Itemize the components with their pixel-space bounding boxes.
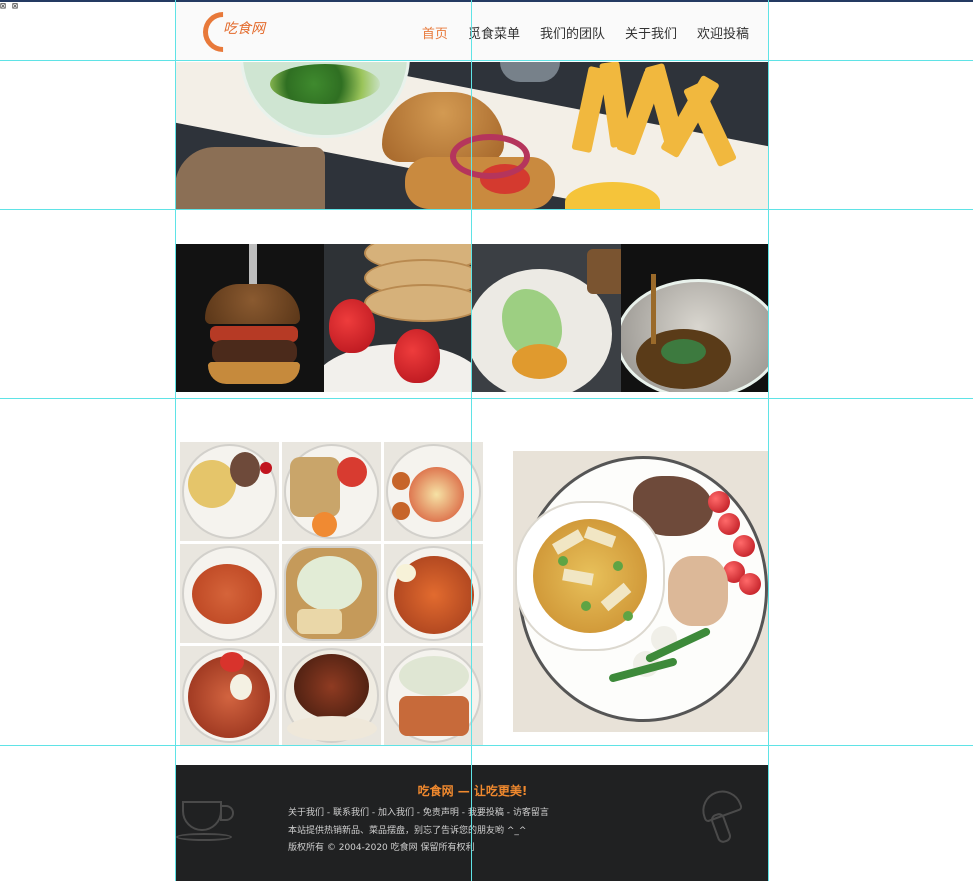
burger-photo[interactable]: [175, 244, 324, 392]
site-header: 吃食网 首页 觅食菜单 我们的团队 关于我们 欢迎投稿: [175, 2, 769, 61]
footer-tagline: 本站提供热销新品、菜品摆盘，别忘了告诉您的朋友哟 ^_^: [288, 826, 527, 836]
dish-photo-3[interactable]: [384, 442, 483, 541]
guide-line-vertical: [768, 0, 769, 881]
footer-copyright: 版权所有 © 2004-2020 吃食网 保留所有权利: [288, 843, 475, 853]
dish-photo-4[interactable]: [180, 544, 279, 643]
dish-photo-grid: [180, 442, 483, 745]
logo-text: 吃食网: [223, 21, 265, 37]
nav-submit[interactable]: 欢迎投稿: [697, 23, 749, 42]
nav-home[interactable]: 首页: [422, 23, 448, 42]
guide-line-horizontal: [0, 745, 973, 746]
dish-photo-8[interactable]: [282, 646, 381, 745]
footer-links[interactable]: 关于我们 - 联系我们 - 加入我们 - 免责声明 - 我要投稿 - 访客留言: [288, 805, 549, 818]
dish-photo-9[interactable]: [384, 646, 483, 745]
nav-menu[interactable]: 觅食菜单: [468, 23, 520, 42]
dish-photo-2[interactable]: [282, 442, 381, 541]
guide-line-horizontal: [0, 398, 973, 399]
strawberry-pancake-photo[interactable]: [323, 244, 472, 392]
page: ⊠ ⊠ 吃食网 首页 觅食菜单 我们的团队 关于我们 欢迎投稿 吃食网 — 让吃…: [0, 0, 973, 881]
site-footer: 吃食网 — 让吃更美! 关于我们 - 联系我们 - 加入我们 - 免责声明 - …: [176, 765, 769, 881]
dish-photo-5[interactable]: [282, 544, 381, 643]
broken-image-icon: ⊠: [0, 1, 7, 12]
dish-photo-7[interactable]: [180, 646, 279, 745]
guide-line-horizontal: [0, 60, 973, 61]
plated-vegetable-dish-photo[interactable]: [472, 244, 621, 392]
soup-bowl-photo[interactable]: [620, 244, 769, 392]
guide-line-vertical: [471, 0, 472, 881]
guide-line-vertical: [175, 0, 176, 881]
site-logo[interactable]: 吃食网: [194, 3, 273, 61]
nav-team[interactable]: 我们的团队: [540, 23, 605, 42]
nav-about[interactable]: 关于我们: [625, 23, 677, 42]
guide-line-horizontal: [0, 209, 973, 210]
gallery-row: [175, 244, 769, 392]
dish-photo-1[interactable]: [180, 442, 279, 541]
broken-image-icon: ⊠: [12, 1, 19, 12]
footer-title: 吃食网 — 让吃更美!: [417, 784, 528, 798]
hero-banner-image: [175, 62, 769, 209]
feature-dish-photo[interactable]: [513, 451, 769, 732]
dish-photo-6[interactable]: [384, 544, 483, 643]
